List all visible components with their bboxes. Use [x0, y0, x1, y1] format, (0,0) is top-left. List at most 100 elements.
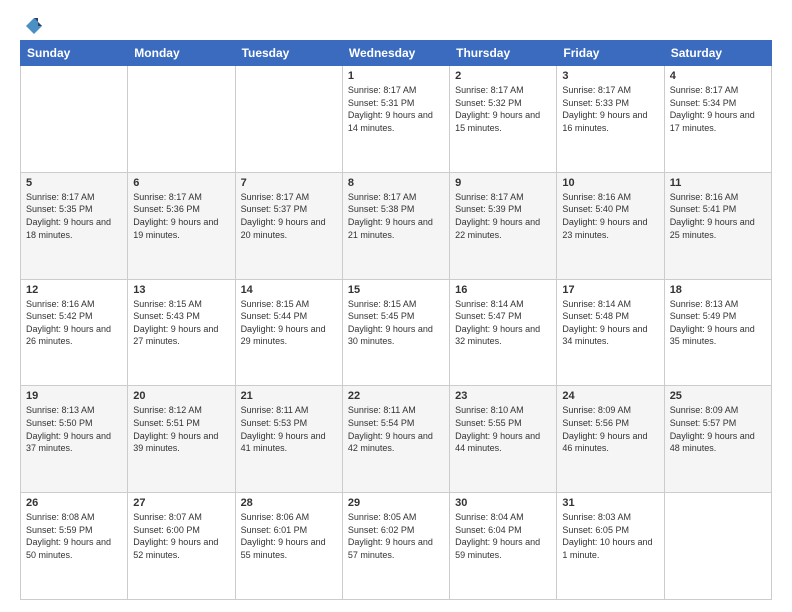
col-friday: Friday — [557, 41, 664, 66]
day-number: 10 — [562, 177, 658, 189]
logo-icon — [24, 16, 44, 36]
day-number: 12 — [26, 284, 122, 296]
calendar-cell: 15 Sunrise: 8:15 AM Sunset: 5:45 PM Dayli… — [342, 279, 449, 386]
col-monday: Monday — [128, 41, 235, 66]
calendar-cell: 29 Sunrise: 8:05 AM Sunset: 6:02 PM Dayli… — [342, 493, 449, 600]
col-wednesday: Wednesday — [342, 41, 449, 66]
calendar-cell: 14Sunrise: 8:15 AM Sunset: 5:44 PM Dayli… — [235, 279, 342, 386]
calendar-cell: 2 Sunrise: 8:17 AM Sunset: 5:32 PM Daylig… — [450, 66, 557, 173]
day-number: 25 — [670, 390, 766, 402]
cell-content: Sunrise: 8:17 AM Sunset: 5:32 PM Dayligh… — [455, 84, 551, 134]
cell-content: Sunrise: 8:08 AM Sunset: 5:59 PM Dayligh… — [26, 511, 122, 561]
cell-content: Sunrise: 8:11 AM Sunset: 5:53 PM Dayligh… — [241, 404, 337, 454]
cell-content: Sunrise: 8:14 AM Sunset: 5:47 PM Dayligh… — [455, 298, 551, 348]
calendar-cell: 21 Sunrise: 8:11 AM Sunset: 5:53 PM Dayli… — [235, 386, 342, 493]
day-number: 27 — [133, 497, 229, 509]
cell-content: Sunrise: 8:17 AM Sunset: 5:34 PM Dayligh… — [670, 84, 766, 134]
cell-content: Sunrise: 8:04 AM Sunset: 6:04 PM Dayligh… — [455, 511, 551, 561]
cell-content: Sunrise: 8:09 AM Sunset: 5:56 PM Dayligh… — [562, 404, 658, 454]
day-number: 18 — [670, 284, 766, 296]
day-number: 17 — [562, 284, 658, 296]
col-saturday: Saturday — [664, 41, 771, 66]
calendar-week-5: 26Sunrise: 8:08 AM Sunset: 5:59 PM Dayli… — [21, 493, 772, 600]
header-row: Sunday Monday Tuesday Wednesday Thursday… — [21, 41, 772, 66]
calendar-cell: 24 Sunrise: 8:09 AM Sunset: 5:56 PM Dayli… — [557, 386, 664, 493]
day-number: 23 — [455, 390, 551, 402]
day-number: 28 — [241, 497, 337, 509]
calendar-cell: 4 Sunrise: 8:17 AM Sunset: 5:34 PM Daylig… — [664, 66, 771, 173]
day-number: 13 — [133, 284, 229, 296]
cell-content: Sunrise: 8:05 AM Sunset: 6:02 PM Dayligh… — [348, 511, 444, 561]
col-sunday: Sunday — [21, 41, 128, 66]
day-number: 2 — [455, 70, 551, 82]
cell-content: Sunrise: 8:15 AM Sunset: 5:43 PM Dayligh… — [133, 298, 229, 348]
day-number: 14 — [241, 284, 337, 296]
cell-content: Sunrise: 8:03 AM Sunset: 6:05 PM Dayligh… — [562, 511, 658, 561]
calendar-cell: 16 Sunrise: 8:14 AM Sunset: 5:47 PM Dayli… — [450, 279, 557, 386]
cell-content: Sunrise: 8:17 AM Sunset: 5:39 PM Dayligh… — [455, 191, 551, 241]
calendar-cell: 20Sunrise: 8:12 AM Sunset: 5:51 PM Dayli… — [128, 386, 235, 493]
cell-content: Sunrise: 8:17 AM Sunset: 5:38 PM Dayligh… — [348, 191, 444, 241]
calendar-cell: 25 Sunrise: 8:09 AM Sunset: 5:57 PM Dayli… — [664, 386, 771, 493]
calendar-cell: 3Sunrise: 8:17 AM Sunset: 5:33 PM Daylig… — [557, 66, 664, 173]
day-number: 16 — [455, 284, 551, 296]
day-number: 8 — [348, 177, 444, 189]
cell-content: Sunrise: 8:15 AM Sunset: 5:45 PM Dayligh… — [348, 298, 444, 348]
calendar-cell: 23Sunrise: 8:10 AM Sunset: 5:55 PM Dayli… — [450, 386, 557, 493]
calendar-week-4: 19 Sunrise: 8:13 AM Sunset: 5:50 PM Dayli… — [21, 386, 772, 493]
day-number: 29 — [348, 497, 444, 509]
calendar-cell: 26Sunrise: 8:08 AM Sunset: 5:59 PM Dayli… — [21, 493, 128, 600]
cell-content: Sunrise: 8:13 AM Sunset: 5:49 PM Dayligh… — [670, 298, 766, 348]
calendar-cell: 30 Sunrise: 8:04 AM Sunset: 6:04 PM Dayli… — [450, 493, 557, 600]
page: Sunday Monday Tuesday Wednesday Thursday… — [0, 0, 792, 612]
calendar-cell: 22Sunrise: 8:11 AM Sunset: 5:54 PM Dayli… — [342, 386, 449, 493]
calendar-cell — [128, 66, 235, 173]
calendar-cell: 11 Sunrise: 8:16 AM Sunset: 5:41 PM Dayli… — [664, 172, 771, 279]
day-number: 3 — [562, 70, 658, 82]
cell-content: Sunrise: 8:17 AM Sunset: 5:31 PM Dayligh… — [348, 84, 444, 134]
day-number: 21 — [241, 390, 337, 402]
cell-content: Sunrise: 8:09 AM Sunset: 5:57 PM Dayligh… — [670, 404, 766, 454]
cell-content: Sunrise: 8:17 AM Sunset: 5:36 PM Dayligh… — [133, 191, 229, 241]
calendar-cell: 28Sunrise: 8:06 AM Sunset: 6:01 PM Dayli… — [235, 493, 342, 600]
calendar-cell: 12 Sunrise: 8:16 AM Sunset: 5:42 PM Dayli… — [21, 279, 128, 386]
day-number: 31 — [562, 497, 658, 509]
calendar-week-3: 12 Sunrise: 8:16 AM Sunset: 5:42 PM Dayli… — [21, 279, 772, 386]
calendar-cell: 10 Sunrise: 8:16 AM Sunset: 5:40 PM Dayli… — [557, 172, 664, 279]
calendar-cell: 27 Sunrise: 8:07 AM Sunset: 6:00 PM Dayli… — [128, 493, 235, 600]
calendar-cell: 13 Sunrise: 8:15 AM Sunset: 5:43 PM Dayli… — [128, 279, 235, 386]
day-number: 1 — [348, 70, 444, 82]
cell-content: Sunrise: 8:16 AM Sunset: 5:41 PM Dayligh… — [670, 191, 766, 241]
calendar-cell — [21, 66, 128, 173]
calendar-cell: 31 Sunrise: 8:03 AM Sunset: 6:05 PM Dayli… — [557, 493, 664, 600]
day-number: 6 — [133, 177, 229, 189]
logo-area — [20, 16, 44, 36]
cell-content: Sunrise: 8:12 AM Sunset: 5:51 PM Dayligh… — [133, 404, 229, 454]
calendar-cell: 18 Sunrise: 8:13 AM Sunset: 5:49 PM Dayli… — [664, 279, 771, 386]
day-number: 24 — [562, 390, 658, 402]
calendar-cell — [664, 493, 771, 600]
top-section — [20, 16, 772, 36]
cell-content: Sunrise: 8:13 AM Sunset: 5:50 PM Dayligh… — [26, 404, 122, 454]
day-number: 19 — [26, 390, 122, 402]
day-number: 22 — [348, 390, 444, 402]
cell-content: Sunrise: 8:16 AM Sunset: 5:40 PM Dayligh… — [562, 191, 658, 241]
day-number: 30 — [455, 497, 551, 509]
logo-text — [20, 16, 44, 36]
cell-content: Sunrise: 8:07 AM Sunset: 6:00 PM Dayligh… — [133, 511, 229, 561]
day-number: 11 — [670, 177, 766, 189]
calendar-cell: 19 Sunrise: 8:13 AM Sunset: 5:50 PM Dayli… — [21, 386, 128, 493]
cell-content: Sunrise: 8:16 AM Sunset: 5:42 PM Dayligh… — [26, 298, 122, 348]
day-number: 15 — [348, 284, 444, 296]
calendar-cell: 8 Sunrise: 8:17 AM Sunset: 5:38 PM Daylig… — [342, 172, 449, 279]
calendar-cell: 5Sunrise: 8:17 AM Sunset: 5:35 PM Daylig… — [21, 172, 128, 279]
calendar-cell — [235, 66, 342, 173]
calendar-cell: 9 Sunrise: 8:17 AM Sunset: 5:39 PM Daylig… — [450, 172, 557, 279]
col-tuesday: Tuesday — [235, 41, 342, 66]
col-thursday: Thursday — [450, 41, 557, 66]
day-number: 4 — [670, 70, 766, 82]
calendar-cell: 7Sunrise: 8:17 AM Sunset: 5:37 PM Daylig… — [235, 172, 342, 279]
calendar-week-1: 1 Sunrise: 8:17 AM Sunset: 5:31 PM Daylig… — [21, 66, 772, 173]
day-number: 9 — [455, 177, 551, 189]
calendar-table: Sunday Monday Tuesday Wednesday Thursday… — [20, 40, 772, 600]
